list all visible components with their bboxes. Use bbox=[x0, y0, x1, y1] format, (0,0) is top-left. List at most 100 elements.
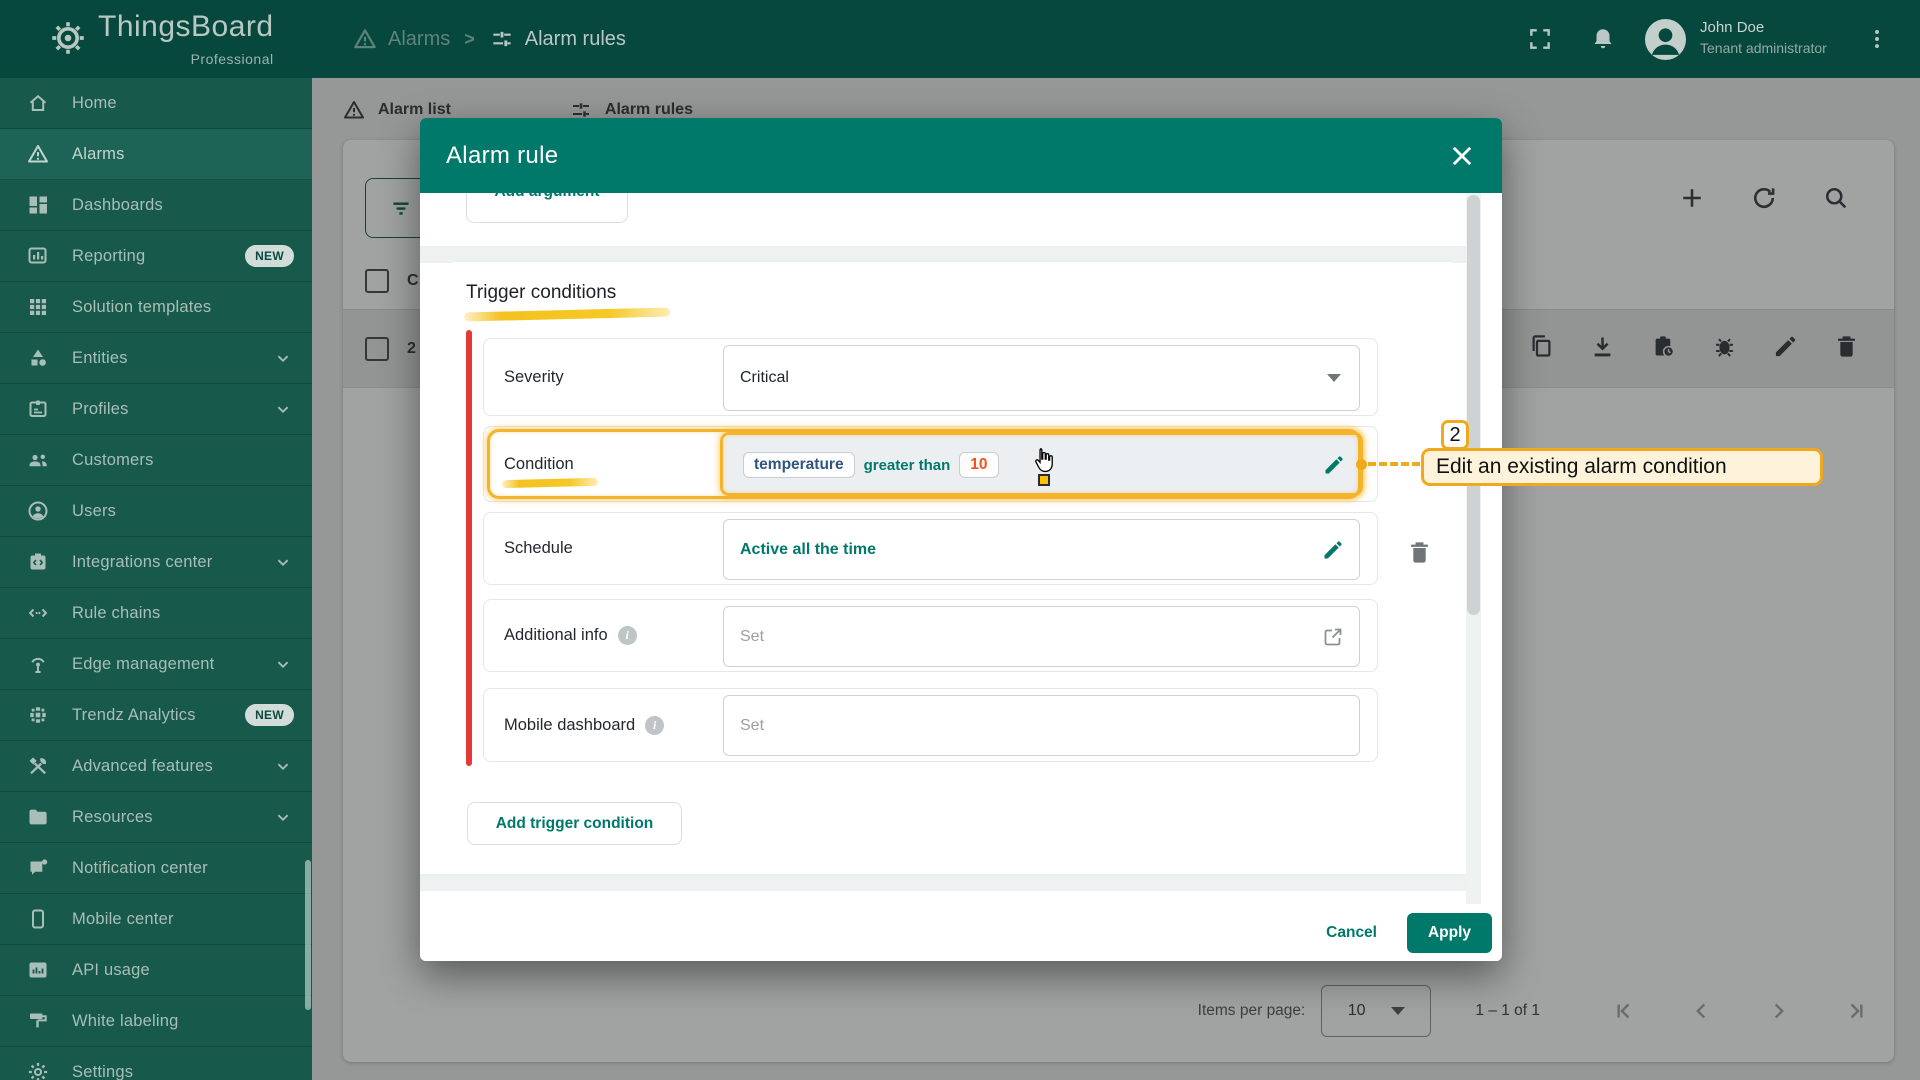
sidebar-item-label: Entities bbox=[72, 348, 128, 367]
top-bar: ThingsBoard Professional Alarms > Alarm … bbox=[0, 0, 1920, 78]
dialog-scrollbar-thumb[interactable] bbox=[1467, 195, 1480, 615]
sidebar-item-reporting[interactable]: Reporting NEW bbox=[0, 231, 312, 282]
annotation-step-badge: 2 bbox=[1441, 420, 1469, 450]
breadcrumb-alarms[interactable]: Alarms bbox=[352, 26, 450, 52]
schedule-row: Schedule Active all the time bbox=[483, 512, 1378, 585]
additional-info-placeholder: Set bbox=[740, 627, 765, 645]
sidebar-item-label: Users bbox=[72, 501, 117, 520]
sidebar-item-resources[interactable]: Resources bbox=[0, 792, 312, 843]
sidebar-item-advanced-features[interactable]: Advanced features bbox=[0, 741, 312, 792]
edit-pencil-icon[interactable] bbox=[1322, 453, 1346, 477]
sidebar-item-home[interactable]: Home bbox=[0, 78, 312, 129]
sidebar-scrollbar[interactable] bbox=[305, 860, 311, 1010]
user-icon bbox=[26, 499, 50, 523]
add-argument-button[interactable]: Add argument bbox=[466, 193, 628, 223]
brand-name: ThingsBoard bbox=[98, 10, 274, 43]
resources-icon bbox=[26, 805, 50, 829]
chevron-down-icon bbox=[272, 653, 294, 675]
mobile-dashboard-row: Mobile dashboard i Set bbox=[483, 688, 1378, 762]
cancel-button[interactable]: Cancel bbox=[1326, 924, 1377, 942]
dialog-header: Alarm rule bbox=[420, 118, 1502, 193]
notifications-bell-icon[interactable] bbox=[1590, 0, 1616, 78]
additional-info-row: Additional info i Set bbox=[483, 599, 1378, 672]
close-icon[interactable] bbox=[1448, 142, 1476, 170]
condition-row: Condition temperature greater than 10 bbox=[483, 426, 1378, 502]
sidebar-item-label: Solution templates bbox=[72, 297, 212, 316]
sidebar-item-label: Customers bbox=[72, 450, 154, 469]
new-badge: NEW bbox=[245, 704, 294, 726]
sidebar-item-users[interactable]: Users bbox=[0, 486, 312, 537]
sidebar-item-alarms[interactable]: Alarms bbox=[0, 129, 312, 180]
additional-info-field[interactable]: Set bbox=[723, 606, 1360, 667]
sidebar-item-profiles[interactable]: Profiles bbox=[0, 384, 312, 435]
sidebar-item-trendz-analytics[interactable]: Trendz Analytics NEW bbox=[0, 690, 312, 741]
customers-icon bbox=[26, 448, 50, 472]
remove-condition-trash-icon[interactable] bbox=[1406, 539, 1433, 566]
chevron-down-icon bbox=[272, 755, 294, 777]
sidebar-item-solution-templates[interactable]: Solution templates bbox=[0, 282, 312, 333]
sidebar-item-label: Resources bbox=[72, 807, 153, 826]
severity-label: Severity bbox=[504, 367, 564, 386]
add-trigger-condition-button[interactable]: Add trigger condition bbox=[467, 802, 682, 845]
dialog-scrollbar[interactable] bbox=[1466, 193, 1481, 904]
sidebar-item-api-usage[interactable]: API usage bbox=[0, 945, 312, 996]
edge-icon bbox=[26, 652, 50, 676]
user-info[interactable]: John Doe Tenant administrator bbox=[1700, 17, 1827, 59]
sliders-icon bbox=[493, 31, 511, 47]
advanced-icon bbox=[26, 754, 50, 778]
thingsboard-app: ThingsBoard Professional Alarms > Alarm … bbox=[0, 0, 1920, 1080]
sidebar-item-settings[interactable]: Settings bbox=[0, 1047, 312, 1080]
avatar[interactable] bbox=[1645, 19, 1686, 60]
sidebar-item-edge-management[interactable]: Edge management bbox=[0, 639, 312, 690]
sidebar-item-label: Alarms bbox=[72, 144, 125, 163]
warning-icon bbox=[354, 29, 376, 49]
sidebar-item-entities[interactable]: Entities bbox=[0, 333, 312, 384]
sidebar-item-dashboards[interactable]: Dashboards bbox=[0, 180, 312, 231]
chevron-down-icon bbox=[272, 551, 294, 573]
schedule-value: Active all the time bbox=[740, 540, 877, 558]
fullscreen-icon[interactable] bbox=[1527, 0, 1553, 78]
sidebar-item-label: Advanced features bbox=[72, 756, 213, 775]
sidebar-item-mobile-center[interactable]: Mobile center bbox=[0, 894, 312, 945]
open-in-new-icon[interactable] bbox=[1321, 625, 1345, 649]
kebab-menu-icon[interactable] bbox=[1864, 0, 1890, 78]
settings-icon bbox=[26, 1060, 50, 1080]
sidebar-item-label: Settings bbox=[72, 1062, 134, 1080]
condition-key-chip: temperature bbox=[743, 452, 855, 478]
sidebar-item-white-labeling[interactable]: White labeling bbox=[0, 996, 312, 1047]
info-icon[interactable]: i bbox=[645, 715, 665, 735]
sidebar-item-label: API usage bbox=[72, 960, 150, 979]
severity-value: Critical bbox=[740, 369, 789, 386]
chevron-down-icon bbox=[272, 806, 294, 828]
sidebar-item-customers[interactable]: Customers bbox=[0, 435, 312, 486]
sidebar-item-notification-center[interactable]: Notification center bbox=[0, 843, 312, 894]
schedule-field[interactable]: Active all the time bbox=[723, 519, 1360, 580]
brand-edition: Professional bbox=[190, 51, 274, 67]
annotation-callout: Edit an existing alarm condition bbox=[1421, 448, 1823, 486]
brand-logo[interactable]: ThingsBoard Professional bbox=[46, 10, 274, 76]
apply-button[interactable]: Apply bbox=[1407, 912, 1492, 953]
sidebar-item-integrations-center[interactable]: Integrations center bbox=[0, 537, 312, 588]
edit-pencil-icon[interactable] bbox=[1321, 538, 1345, 562]
marker-underline bbox=[501, 477, 599, 489]
dialog-title: Alarm rule bbox=[446, 141, 559, 169]
mobile-dashboard-field[interactable]: Set bbox=[723, 695, 1360, 756]
rule-chains-icon bbox=[26, 601, 50, 625]
severity-row: Severity Critical bbox=[483, 338, 1378, 416]
sidebar-item-label: Dashboards bbox=[72, 195, 163, 214]
mobile-icon bbox=[26, 907, 50, 931]
info-icon[interactable]: i bbox=[617, 626, 637, 645]
sidebar-item-rule-chains[interactable]: Rule chains bbox=[0, 588, 312, 639]
chevron-down-icon bbox=[272, 347, 294, 369]
condition-label: Condition bbox=[504, 454, 574, 473]
sidebar-item-label: Edge management bbox=[72, 654, 215, 673]
severity-select[interactable]: Critical bbox=[723, 345, 1360, 411]
breadcrumb-alarm-rules[interactable]: Alarm rules bbox=[489, 26, 626, 52]
new-badge: NEW bbox=[245, 245, 294, 267]
additional-info-label: Additional info bbox=[504, 626, 608, 644]
cursor-pointer-icon bbox=[1030, 444, 1060, 486]
next-section-card bbox=[446, 891, 1460, 904]
dialog-body: Add argument Trigger conditions Severity… bbox=[420, 193, 1502, 904]
trendz-icon bbox=[26, 703, 50, 727]
api-icon bbox=[26, 958, 50, 982]
